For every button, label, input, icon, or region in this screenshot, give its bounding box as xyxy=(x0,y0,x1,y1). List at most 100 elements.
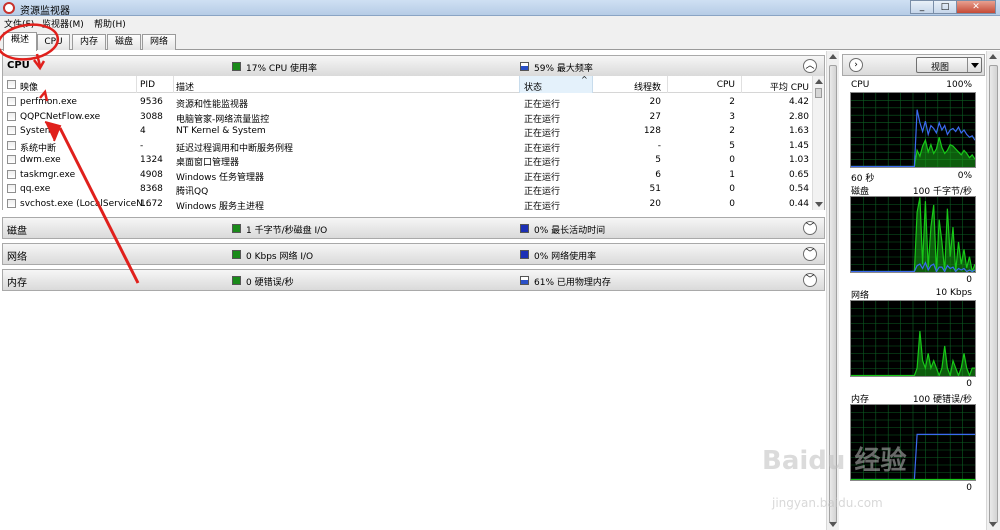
cell-cpu: 0 xyxy=(729,155,735,165)
disk-section-title: 磁盘 xyxy=(7,226,27,237)
cell-pid: 1672 xyxy=(140,198,163,209)
select-all-checkbox[interactable] xyxy=(7,80,16,89)
tab-disk[interactable]: 磁盘 xyxy=(107,34,141,50)
main-scroll-down-icon[interactable] xyxy=(829,522,837,527)
cell-threads: 128 xyxy=(643,126,661,136)
collapse-cpu-icon[interactable]: ︿ xyxy=(803,59,817,73)
maximize-button[interactable]: □ xyxy=(933,0,957,14)
cpu-graph-label: CPU xyxy=(851,80,870,90)
menu-help[interactable]: 帮助(H) xyxy=(94,17,126,30)
network-io-legend-icon xyxy=(232,250,241,259)
cpu-frequency-stat: 59% 最大频率 xyxy=(534,64,593,74)
col-cpu[interactable]: CPU xyxy=(671,80,735,90)
expand-graph-panel-icon[interactable]: › xyxy=(849,58,863,72)
col-description[interactable]: 描述 xyxy=(176,80,194,93)
cell-status: 正在运行 xyxy=(524,143,561,154)
menu-monitor[interactable]: 监视器(M) xyxy=(42,17,84,30)
tab-overview[interactable]: 概述 xyxy=(3,32,37,51)
graph-scroll-down-icon[interactable] xyxy=(989,522,997,527)
row-checkbox[interactable] xyxy=(7,126,16,135)
menu-file[interactable]: 文件(F) xyxy=(4,17,34,30)
cpu-usage-stat: 17% CPU 使用率 xyxy=(246,64,318,74)
table-row[interactable]: perfmon.exe 9536 资源和性能监视器 正在运行 20 2 4.42 xyxy=(3,95,813,110)
scroll-thumb[interactable] xyxy=(815,88,822,98)
row-checkbox[interactable] xyxy=(7,155,16,164)
cpu-usage-legend-icon xyxy=(232,62,241,71)
baidu-watermark: Baidu 经验 xyxy=(762,446,907,476)
table-row[interactable]: qq.exe 8368 腾讯QQ 正在运行 51 0 0.54 xyxy=(3,182,813,197)
cell-cpu: 2 xyxy=(729,126,735,136)
table-row[interactable]: System 4 NT Kernel & System 正在运行 128 2 1.63 xyxy=(3,124,813,139)
network-graph xyxy=(850,300,976,377)
close-button[interactable]: ✕ xyxy=(956,0,996,14)
cell-image: System xyxy=(20,126,54,136)
tab-cpu[interactable]: CPU xyxy=(37,34,70,50)
cpu-graph-min: 0% xyxy=(957,171,972,181)
graph-panel-scrollbar[interactable] xyxy=(986,51,1000,530)
network-usage-stat: 0% 网络使用率 xyxy=(534,252,597,262)
main-scroll-up-icon[interactable] xyxy=(829,54,837,59)
row-checkbox[interactable] xyxy=(7,140,16,150)
col-image[interactable]: 映像 xyxy=(20,80,38,93)
col-pid[interactable]: PID xyxy=(140,80,155,90)
expand-memory-icon[interactable]: ﹀ xyxy=(803,273,817,287)
cell-cpu: 1 xyxy=(729,169,735,180)
cell-description: Windows 任务管理器 xyxy=(176,172,265,183)
cell-avg-cpu: 4.42 xyxy=(788,97,809,107)
cell-image: taskmgr.exe xyxy=(20,169,76,180)
cpu-section-header[interactable]: CPU 17% CPU 使用率 59% 最大频率 ︿ xyxy=(2,55,825,77)
cell-threads: 27 xyxy=(649,111,661,122)
cell-threads: 51 xyxy=(649,184,661,194)
row-checkbox[interactable] xyxy=(7,97,16,106)
col-avg-cpu[interactable]: 平均 CPU xyxy=(745,80,809,93)
memory-graph-min: 0 xyxy=(966,483,972,493)
memory-section-title: 内存 xyxy=(7,278,27,289)
disk-section-header[interactable]: 磁盘 1 千字节/秒磁盘 I/O 0% 最长活动时间 ﹀ xyxy=(2,217,825,239)
minimize-button[interactable]: _ xyxy=(910,0,934,14)
table-row[interactable]: svchost.exe (LocalServiceN... 1672 Windows… xyxy=(3,197,813,212)
cell-threads: 20 xyxy=(649,97,661,107)
window-title: 资源监视器 xyxy=(20,6,70,17)
expand-disk-icon[interactable]: ﹀ xyxy=(803,221,817,235)
cell-description: NT Kernel & System xyxy=(176,126,266,136)
col-status[interactable]: 状态 xyxy=(524,80,542,93)
expand-network-icon[interactable]: ﹀ xyxy=(803,247,817,261)
menu-bar: 文件(F) 监视器(M) 帮助(H) xyxy=(0,16,1000,30)
table-row[interactable]: QQPCNetFlow.exe 3088 电脑管家-网络流量监控 正在运行 27 3 2.8… xyxy=(3,110,813,125)
disk-graph xyxy=(850,196,976,273)
row-checkbox[interactable] xyxy=(7,198,16,208)
memory-section-header[interactable]: 内存 0 硬错误/秒 61% 已用物理内存 ﹀ xyxy=(2,269,825,291)
scroll-down-icon[interactable] xyxy=(815,202,823,207)
view-label: 视图 xyxy=(931,63,950,73)
cell-avg-cpu: 1.63 xyxy=(788,126,809,136)
cell-status: 正在运行 xyxy=(524,129,561,139)
table-row[interactable]: taskmgr.exe 4908 Windows 任务管理器 正在运行 6 1 0.65 xyxy=(3,168,813,183)
cell-status: 正在运行 xyxy=(524,187,561,197)
cell-status: 正在运行 xyxy=(524,158,561,168)
graph-scroll-thumb[interactable] xyxy=(989,65,998,523)
view-dropdown-arrow-icon[interactable] xyxy=(967,58,981,72)
cpu-process-table: 映像 PID 描述 状态 ^ 线程数 CPU 平均 CPU perfmon.ex… xyxy=(2,75,825,212)
cell-cpu: 0 xyxy=(729,184,735,194)
tab-network[interactable]: 网络 xyxy=(142,34,176,50)
table-row[interactable]: 系统中断 - 延迟过程调用和中断服务例程 正在运行 - 5 1.45 xyxy=(3,139,813,154)
row-checkbox[interactable] xyxy=(7,111,16,121)
tab-memory[interactable]: 内存 xyxy=(72,34,106,50)
col-threads[interactable]: 线程数 xyxy=(603,80,661,93)
graph-scroll-up-icon[interactable] xyxy=(989,54,997,59)
resource-monitor-icon xyxy=(3,2,15,14)
network-io-stat: 0 Kbps 网络 I/O xyxy=(246,252,314,262)
cell-image: 系统中断 xyxy=(20,143,57,154)
view-dropdown-button[interactable]: 视图 xyxy=(916,57,982,73)
cell-image: perfmon.exe xyxy=(20,97,77,107)
network-section-header[interactable]: 网络 0 Kbps 网络 I/O 0% 网络使用率 ﹀ xyxy=(2,243,825,265)
scroll-up-icon[interactable] xyxy=(815,79,823,84)
cpu-graph-time: 60 秒 xyxy=(851,174,875,184)
cell-description: Windows 服务主进程 xyxy=(176,201,265,212)
row-checkbox[interactable] xyxy=(7,169,16,179)
cell-description: 延迟过程调用和中断服务例程 xyxy=(176,143,294,154)
cell-pid: 9536 xyxy=(140,97,163,107)
row-checkbox[interactable] xyxy=(7,184,16,193)
table-row[interactable]: dwm.exe 1324 桌面窗口管理器 正在运行 5 0 1.03 xyxy=(3,153,813,168)
cpu-table-scrollbar[interactable] xyxy=(812,76,824,210)
